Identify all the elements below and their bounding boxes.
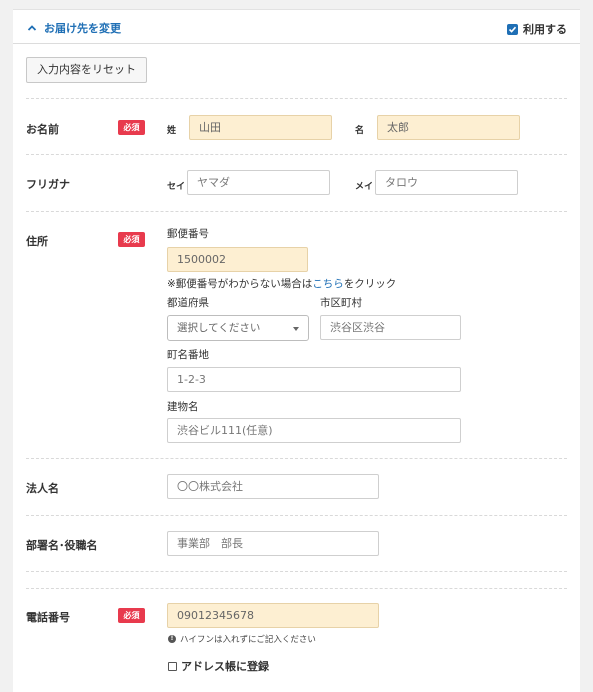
- town-label: 町名番地: [167, 349, 209, 361]
- kana-label: フリガナ: [26, 178, 70, 191]
- chevron-up-icon: [27, 25, 37, 31]
- divider: [26, 211, 567, 212]
- building-label: 建物名: [167, 401, 199, 413]
- zip-input[interactable]: 1500002: [167, 247, 308, 272]
- checkbox-unchecked-icon: [168, 661, 177, 671]
- city-label: 市区町村: [320, 297, 362, 309]
- address-label: 住所: [26, 235, 48, 248]
- phone-label: 電話番号: [26, 611, 70, 624]
- address-book-checkbox[interactable]: アドレス帳に登録: [168, 658, 269, 674]
- divider: [26, 154, 567, 155]
- company-input[interactable]: 〇〇株式会社: [167, 474, 379, 499]
- first-name-input[interactable]: 太郎: [377, 115, 520, 140]
- required-badge: 必須: [118, 608, 145, 623]
- building-input[interactable]: 渋谷ビル111(任意): [167, 418, 461, 443]
- town-input[interactable]: 1-2-3: [167, 367, 461, 392]
- divider: [26, 458, 567, 459]
- card-title: お届け先を変更: [44, 22, 121, 35]
- name-label: お名前: [26, 123, 59, 136]
- phone-hint-text: ハイフンは入れずにご記入ください: [180, 635, 316, 645]
- phone-hint: ! ハイフンは入れずにご記入ください: [168, 633, 316, 645]
- zip-note: ※郵便番号がわからない場合はこちらをクリック: [167, 278, 397, 290]
- card-header: お届け先を変更 利用する: [13, 10, 580, 44]
- divider: [26, 588, 567, 589]
- prefecture-select-value: 選択してください: [177, 322, 261, 334]
- zip-lookup-link[interactable]: こちら: [312, 278, 344, 290]
- use-checkbox[interactable]: 利用する: [507, 21, 567, 37]
- use-label: 利用する: [523, 23, 567, 36]
- info-icon: !: [168, 635, 176, 643]
- prefecture-label: 都道府県: [167, 297, 209, 309]
- divider: [26, 515, 567, 516]
- prefecture-select[interactable]: 選択してください: [167, 315, 309, 341]
- reset-input-button[interactable]: 入力内容をリセット: [26, 57, 147, 83]
- zip-label: 郵便番号: [167, 228, 209, 240]
- department-label: 部署名･役職名: [26, 539, 98, 552]
- first-name-sublabel: 名: [355, 126, 365, 136]
- required-badge: 必須: [118, 120, 145, 135]
- kana-first-input[interactable]: タロウ: [375, 170, 518, 195]
- department-input[interactable]: 事業部 部長: [167, 531, 379, 556]
- city-input[interactable]: 渋谷区渋谷: [320, 315, 461, 340]
- checkbox-checked-icon: [507, 23, 518, 35]
- kana-first-sublabel: メイ: [355, 182, 374, 192]
- last-name-sublabel: 姓: [167, 126, 177, 136]
- company-label: 法人名: [26, 482, 59, 495]
- change-delivery-toggle[interactable]: お届け先を変更: [27, 20, 121, 36]
- divider: [26, 98, 567, 99]
- phone-input[interactable]: 09012345678: [167, 603, 379, 628]
- kana-last-input[interactable]: ヤマダ: [187, 170, 330, 195]
- required-badge: 必須: [118, 232, 145, 247]
- dropdown-caret-icon: [293, 327, 299, 331]
- last-name-input[interactable]: 山田: [189, 115, 332, 140]
- kana-last-sublabel: セイ: [167, 182, 186, 192]
- address-book-label: アドレス帳に登録: [181, 660, 269, 673]
- delivery-address-card: お届け先を変更 利用する 入力内容をリセット お名前 必須 姓 山田 名 太郎 …: [13, 9, 580, 692]
- divider: [26, 571, 567, 572]
